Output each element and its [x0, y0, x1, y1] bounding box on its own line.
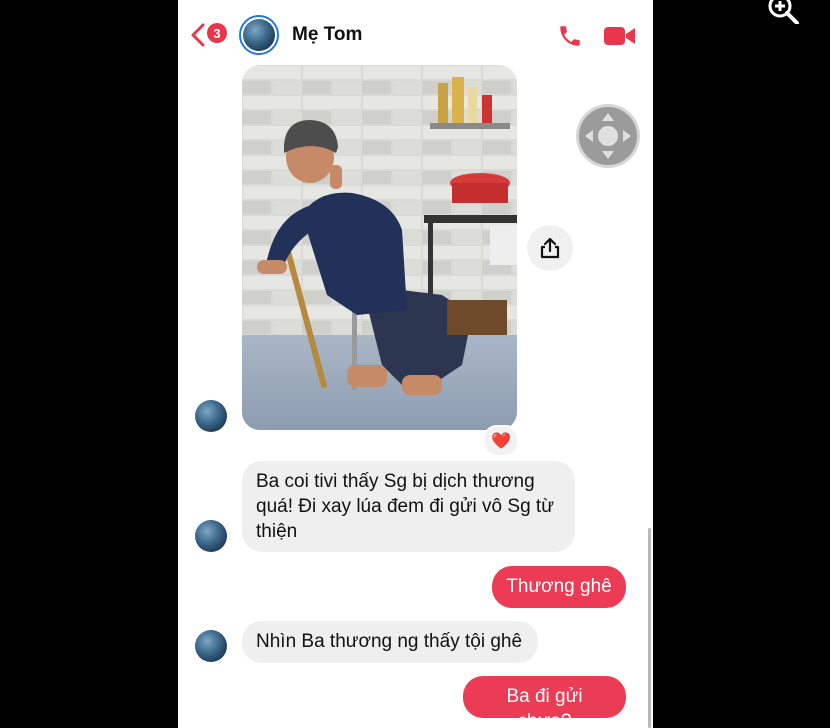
message-bubble-outgoing[interactable]: Thương ghê — [492, 566, 626, 608]
scrollbar[interactable] — [648, 528, 651, 728]
unread-count-badge: 3 — [207, 23, 227, 43]
share-button[interactable] — [527, 225, 573, 271]
message-bubble-incoming[interactable]: Nhìn Ba thương ng thấy tội ghê — [242, 621, 538, 663]
zoom-in-icon[interactable] — [765, 0, 801, 24]
back-button[interactable]: 3 — [190, 20, 230, 50]
back-chevron-icon — [191, 23, 205, 47]
sender-avatar — [195, 630, 227, 662]
share-icon — [540, 237, 560, 259]
photo-image — [242, 65, 517, 430]
sender-avatar — [195, 400, 227, 432]
message-bubble-outgoing[interactable]: Ba đi gửi chưa? — [463, 676, 626, 728]
video-camera-icon[interactable] — [603, 24, 637, 48]
dpad-icon — [585, 113, 631, 159]
sender-avatar — [195, 520, 227, 552]
message-bubble-incoming[interactable]: Ba coi tivi thấy Sg bị dịch thương quá! … — [242, 461, 575, 552]
assistive-touch-button[interactable] — [576, 104, 640, 168]
phone-icon[interactable] — [557, 23, 583, 49]
contact-avatar[interactable] — [239, 15, 279, 55]
heart-reaction[interactable]: ❤️ — [483, 425, 519, 457]
contact-name[interactable]: Mẹ Tom — [292, 24, 362, 46]
photo-message[interactable] — [242, 65, 517, 430]
chat-header: 3 Mẹ Tom — [178, 0, 653, 62]
